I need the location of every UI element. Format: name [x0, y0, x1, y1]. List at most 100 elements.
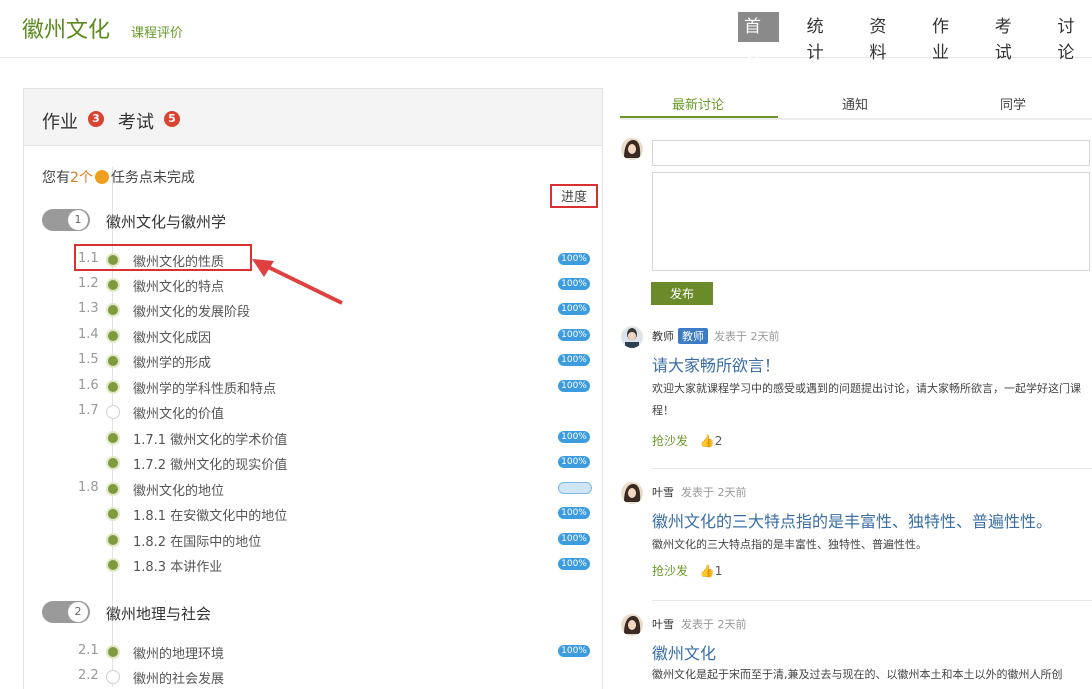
post-body: 欢迎大家就课程学习中的感受或遇到的问题提出讨论，请大家畅所欲言，一起学好这门课程…	[652, 382, 1081, 417]
progress-pill: 100%	[558, 533, 590, 545]
tab-notice[interactable]: 通知	[842, 94, 868, 113]
lesson-row[interactable]: 1.4 徽州文化成因 100%	[24, 325, 602, 346]
post-title[interactable]: 徽州文化的三大特点指的是丰富性、独特性、普遍性性。	[652, 508, 1052, 532]
post-title[interactable]: 请大家畅所欲言！	[652, 352, 780, 376]
lesson-title[interactable]: 徽州的社会发展	[133, 668, 224, 687]
completed-dot-icon	[106, 558, 120, 572]
tasks-count: 2个	[70, 170, 93, 186]
lesson-title[interactable]: 1.8.1 在安徽文化中的地位	[133, 505, 287, 524]
like-button[interactable]: 👍2	[700, 434, 723, 448]
post-title[interactable]: 徽州文化	[652, 640, 716, 664]
nav-homework[interactable]: 作业	[926, 12, 967, 63]
completed-dot-icon	[106, 507, 120, 521]
nav-home[interactable]: 首页	[738, 12, 779, 63]
lesson-title[interactable]: 徽州文化的价值	[133, 403, 224, 422]
lesson-title[interactable]: 徽州学的学科性质和特点	[133, 378, 276, 397]
post-meta: 叶雪 发表于 2天前	[652, 484, 747, 500]
tab-classmates[interactable]: 同学	[1000, 94, 1026, 113]
lesson-number: 1.5	[78, 352, 99, 367]
progress-pill: 100%	[558, 456, 590, 468]
lesson-row[interactable]: 1.7.2 徽州文化的现实价值 100%	[24, 452, 602, 473]
reply-first-link[interactable]: 抢沙发	[652, 564, 688, 578]
lesson-number: 2.1	[78, 643, 99, 658]
lesson-number: 1.6	[78, 378, 99, 393]
incomplete-dot-icon	[106, 405, 120, 419]
progress-pill: 100%	[558, 507, 590, 519]
panel-header: 作业 3 考试 5	[24, 89, 602, 146]
chapter-number: 2	[68, 602, 88, 622]
lesson-row[interactable]: 1.8.2 在国际中的地位 100%	[24, 529, 602, 550]
completed-dot-icon	[106, 431, 120, 445]
lesson-row[interactable]: 1.7 徽州文化的价值	[24, 401, 602, 422]
chapter-title[interactable]: 徽州地理与社会	[106, 603, 211, 624]
nav-materials[interactable]: 资料	[863, 12, 904, 63]
post-author[interactable]: 叶雪	[652, 486, 674, 499]
course-evaluation-link[interactable]: 课程评价	[131, 22, 183, 41]
tab-latest-discussion[interactable]: 最新讨论	[672, 94, 724, 113]
like-button[interactable]: 👍1	[700, 564, 723, 578]
lesson-row[interactable]: 1.7.1 徽州文化的学术价值 100%	[24, 427, 602, 448]
lesson-title[interactable]: 1.8.2 在国际中的地位	[133, 531, 261, 550]
post-time: 发表于 2天前	[681, 486, 747, 499]
progress-pill: 100%	[558, 645, 590, 657]
exam-count-badge: 5	[164, 111, 180, 127]
completed-dot-icon	[106, 482, 120, 496]
post-author[interactable]: 叶雪	[652, 618, 674, 631]
nav-stats[interactable]: 统计	[801, 12, 842, 63]
chapter-toggle[interactable]: 1	[42, 209, 90, 231]
progress-pill: 100%	[558, 329, 590, 341]
lesson-number: 2.2	[78, 668, 99, 683]
discussion-title-input[interactable]	[652, 140, 1090, 166]
course-title[interactable]: 徽州文化	[22, 12, 110, 44]
progress-column-label: 进度	[550, 184, 598, 208]
lesson-row[interactable]: 2.1 徽州的地理环境 100%	[24, 641, 602, 662]
thumbs-up-icon: 👍	[699, 564, 715, 578]
lesson-row[interactable]: 1.6 徽州学的学科性质和特点 100%	[24, 376, 602, 397]
nav-exam[interactable]: 考试	[989, 12, 1030, 63]
like-count: 2	[714, 434, 723, 448]
incomplete-dot-icon	[106, 670, 120, 684]
chapter-title[interactable]: 徽州文化与徽州学	[106, 211, 226, 232]
chapter-toggle[interactable]: 2	[42, 601, 90, 623]
lesson-title[interactable]: 1.7.1 徽州文化的学术价值	[133, 429, 287, 448]
lesson-title[interactable]: 徽州文化成因	[133, 327, 211, 346]
lesson-row[interactable]: 1.8 徽州文化的地位	[24, 478, 602, 499]
post-meta: 叶雪 发表于 2天前	[652, 616, 747, 632]
post-body: 徽州文化的三大特点指的是丰富性、独特性、普遍性性。	[652, 538, 927, 551]
post-actions: 抢沙发 👍1	[652, 562, 722, 579]
lesson-title[interactable]: 徽州文化的发展阶段	[133, 301, 250, 320]
homework-count-badge: 3	[88, 111, 104, 127]
lesson-row[interactable]: 1.5 徽州学的形成 100%	[24, 350, 602, 371]
lesson-title[interactable]: 徽州学的形成	[133, 352, 211, 371]
post-time: 发表于 2天前	[714, 330, 780, 343]
discussion-content-textarea[interactable]	[652, 172, 1090, 271]
completed-dot-icon	[106, 303, 120, 317]
completed-dot-icon	[106, 533, 120, 547]
top-header: 徽州文化 课程评价 首页 统计 资料 作业 考试 讨论	[0, 0, 1092, 63]
lesson-row[interactable]: 1.8.1 在安徽文化中的地位 100%	[24, 503, 602, 524]
homework-tab[interactable]: 作业	[42, 108, 78, 134]
lesson-title[interactable]: 徽州文化的特点	[133, 276, 224, 295]
lesson-title[interactable]: 1.7.2 徽州文化的现实价值	[133, 454, 287, 473]
lesson-row[interactable]: 1.8.3 本讲作业 100%	[24, 554, 602, 575]
avatar	[621, 482, 643, 504]
course-outline-panel: 作业 3 考试 5 您有2个 任务点未完成 进度 1 徽州文化与徽州学 1.1 徽州…	[23, 88, 603, 689]
lesson-title[interactable]: 徽州文化的地位	[133, 480, 224, 499]
progress-pill: 100%	[558, 253, 590, 265]
nav-discussion[interactable]: 讨论	[1051, 12, 1092, 63]
reply-first-link[interactable]: 抢沙发	[652, 434, 688, 448]
lesson-title[interactable]: 徽州的地理环境	[133, 643, 224, 662]
teacher-badge: 教师	[678, 328, 708, 344]
avatar	[621, 138, 643, 160]
publish-button[interactable]: 发布	[651, 282, 713, 305]
discussion-tabs: 最新讨论 通知 同学	[620, 88, 1092, 120]
lesson-row[interactable]: 2.2 徽州的社会发展	[24, 666, 602, 687]
lesson-number: 1.8	[78, 480, 99, 495]
lesson-number: 1.3	[78, 301, 99, 316]
exam-tab[interactable]: 考试	[118, 108, 154, 134]
annotation-highlight-box	[74, 244, 252, 271]
chapter-number: 1	[68, 210, 88, 230]
main-nav: 首页 统计 资料 作业 考试 讨论	[738, 12, 1092, 63]
lesson-title[interactable]: 1.8.3 本讲作业	[133, 556, 222, 575]
post-author[interactable]: 教师	[652, 330, 674, 343]
